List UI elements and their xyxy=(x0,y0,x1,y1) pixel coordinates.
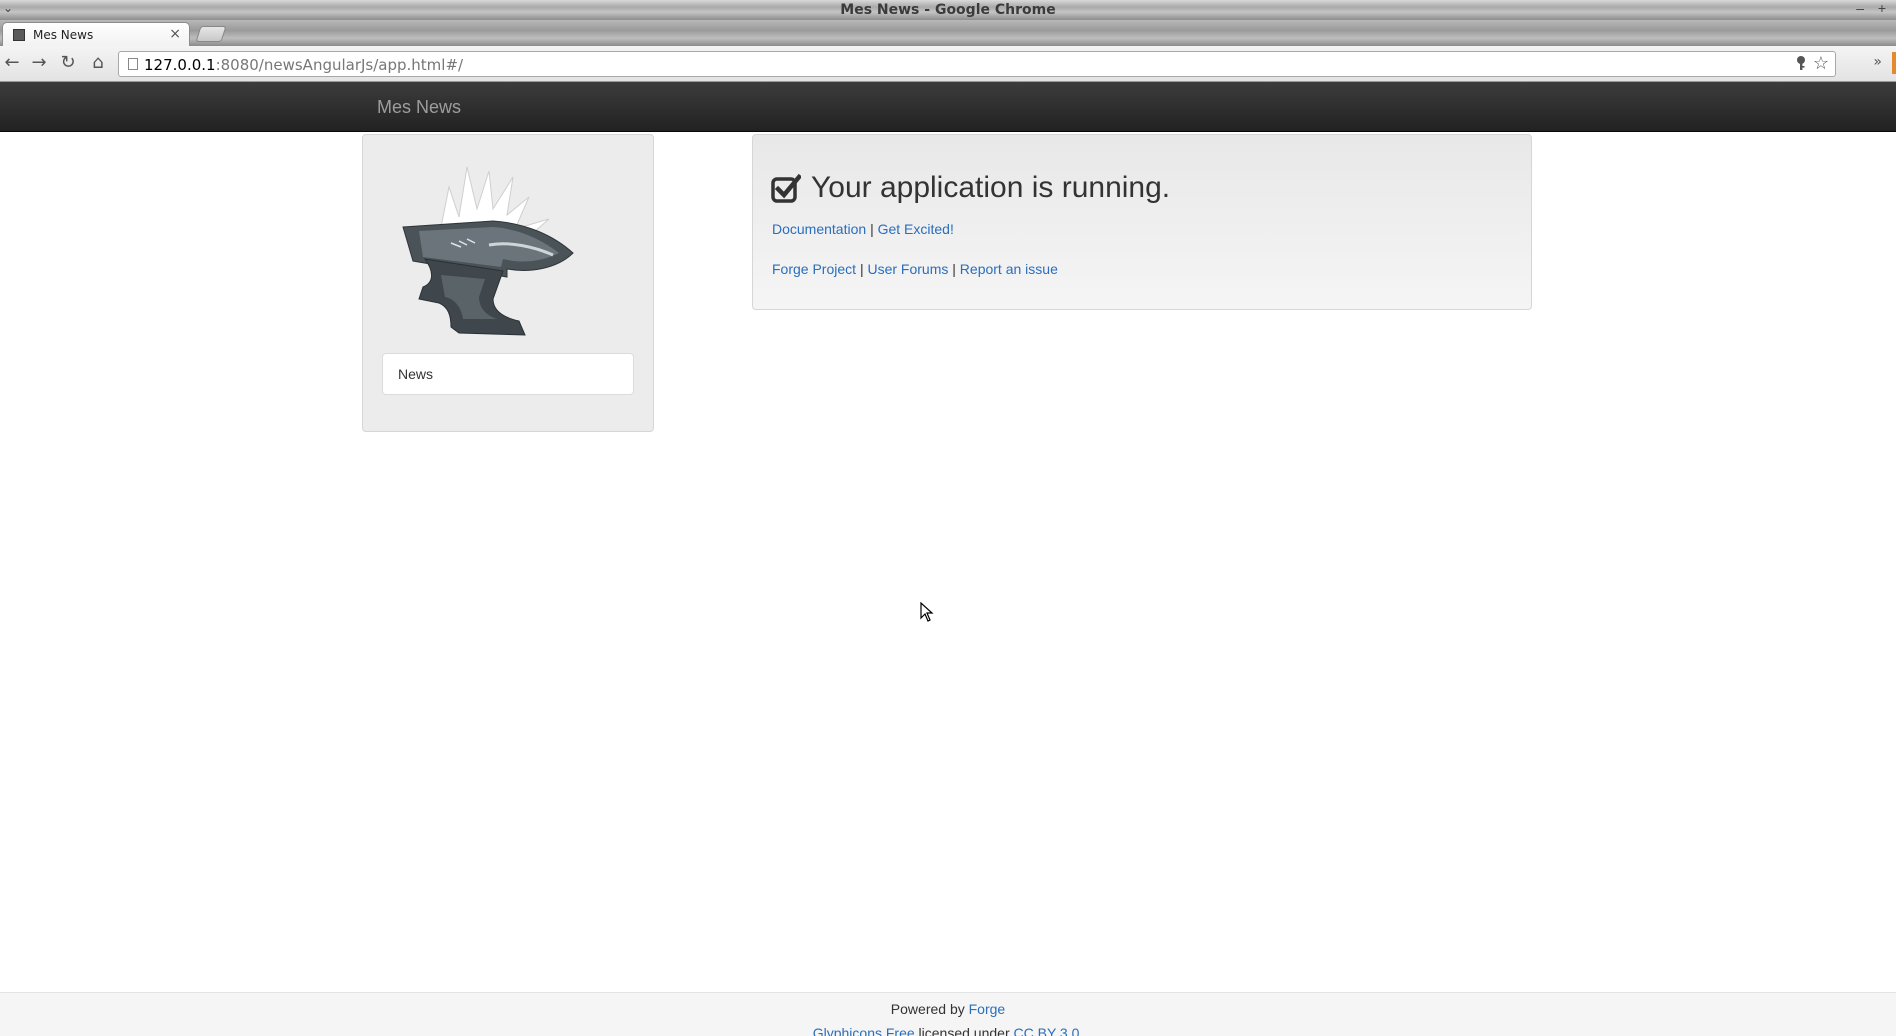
tab-mes-news[interactable]: Mes News × xyxy=(2,22,190,46)
minimize-icon[interactable]: – xyxy=(1856,0,1864,16)
powered-by-text: Powered by xyxy=(890,1001,965,1017)
url-text[interactable]: 127.0.0.1:8080/newsAngularJs/app.html#/ xyxy=(144,56,463,74)
url-host: 127.0.0.1 xyxy=(144,56,216,74)
link-separator: | xyxy=(859,261,864,277)
back-icon[interactable]: ← xyxy=(1,52,23,74)
sidebar-panel: News xyxy=(362,134,654,432)
get-excited-link[interactable]: Get Excited! xyxy=(878,221,954,237)
license-link[interactable]: CC BY 3.0. xyxy=(1014,1025,1084,1036)
tab-strip: Mes News × xyxy=(0,20,1896,46)
welcome-panel: Your application is running. Documentati… xyxy=(752,134,1532,310)
browser-toolbar: ← → ↻ ⌂ 127.0.0.1:8080/newsAngularJs/app… xyxy=(0,46,1896,82)
footer-license: Glyphicons Free licensed under CC BY 3.0… xyxy=(0,1025,1896,1036)
page-viewport: Mes News News Your application is runnin… xyxy=(0,82,1896,1036)
glyphicons-link[interactable]: Glyphicons Free xyxy=(813,1025,915,1036)
links-row-1: Documentation | Get Excited! xyxy=(772,221,954,237)
footer-powered-by: Powered by Forge xyxy=(0,1001,1896,1017)
close-tab-icon[interactable]: × xyxy=(169,26,181,42)
sidebar-nav: News xyxy=(382,353,634,395)
tab-title: Mes News xyxy=(33,28,94,42)
user-forums-link[interactable]: User Forums xyxy=(867,261,948,277)
window-title-bar: ⌄ Mes News - Google Chrome – + xyxy=(0,0,1896,20)
page-footer: Powered by Forge Glyphicons Free license… xyxy=(0,992,1896,1036)
bookmark-star-icon[interactable]: ☆ xyxy=(1813,53,1829,74)
link-separator: | xyxy=(870,221,874,237)
maximize-icon[interactable]: + xyxy=(1878,0,1886,16)
forge-link[interactable]: Forge xyxy=(969,1001,1006,1017)
favicon-icon xyxy=(13,29,25,41)
new-tab-button[interactable] xyxy=(195,26,227,42)
forge-project-link[interactable]: Forge Project xyxy=(772,261,856,277)
menu-icon[interactable] xyxy=(1892,52,1896,74)
navbar-brand[interactable]: Mes News xyxy=(377,97,461,118)
page-title: Your application is running. xyxy=(811,171,1171,204)
check-square-icon xyxy=(771,173,801,203)
link-separator: | xyxy=(952,261,956,277)
page-icon xyxy=(128,58,138,70)
forge-anvil-logo xyxy=(402,166,574,336)
report-issue-link[interactable]: Report an issue xyxy=(960,261,1058,277)
links-row-2: Forge Project | User Forums | Report an … xyxy=(772,261,1058,277)
window-title: Mes News - Google Chrome xyxy=(840,2,1056,18)
top-navbar: Mes News xyxy=(0,82,1896,132)
documentation-link[interactable]: Documentation xyxy=(772,221,866,237)
forward-icon[interactable]: → xyxy=(28,52,50,74)
sidebar-item-news[interactable]: News xyxy=(398,366,433,382)
key-icon[interactable] xyxy=(1795,55,1807,75)
licensed-under-text: licensed under xyxy=(918,1025,1010,1036)
home-icon[interactable]: ⌂ xyxy=(87,52,109,74)
mouse-pointer-icon xyxy=(920,602,934,622)
address-bar[interactable]: 127.0.0.1:8080/newsAngularJs/app.html#/ … xyxy=(118,51,1836,77)
url-path: :8080/newsAngularJs/app.html#/ xyxy=(215,56,464,74)
reload-icon[interactable]: ↻ xyxy=(57,52,79,74)
extensions-overflow-icon[interactable]: » xyxy=(1873,54,1882,70)
